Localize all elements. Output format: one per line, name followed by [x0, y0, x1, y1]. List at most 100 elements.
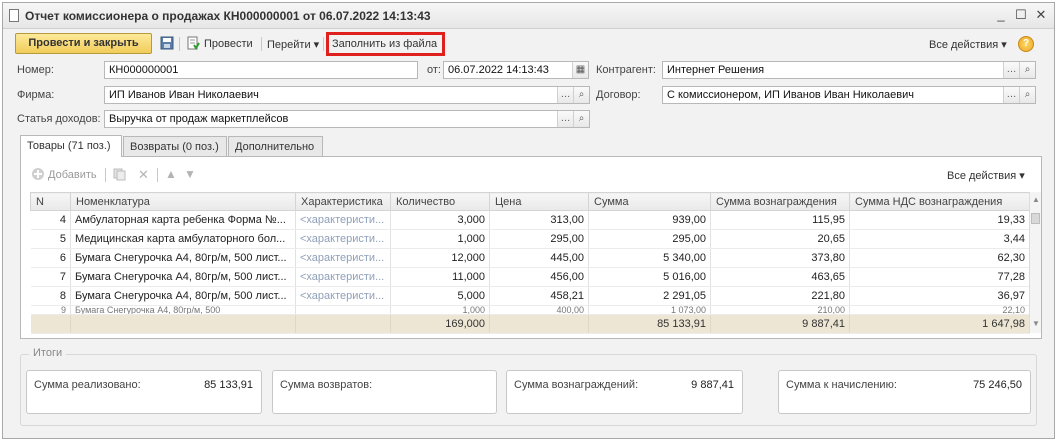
select-button[interactable]: … — [1003, 87, 1019, 103]
firm-input[interactable]: ИП Иванов Иван Николаевич … ⌕ — [104, 86, 590, 104]
cell-sum[interactable]: 939,00 — [588, 210, 711, 230]
cell-name[interactable]: Бумага Снегурочка А4, 80гр/м, 500 лист..… — [70, 286, 296, 306]
contract-input[interactable]: С комиссионером, ИП Иванов Иван Николаев… — [662, 86, 1036, 104]
total-sold-label: Сумма реализовано: — [34, 379, 141, 391]
cell-vat[interactable]: 62,30 — [849, 248, 1030, 268]
total-sold-value: 85 133,91 — [204, 379, 253, 391]
cell-sum[interactable]: 5 016,00 — [588, 267, 711, 287]
save-icon[interactable] — [160, 36, 174, 50]
cell-sum[interactable]: 2 291,05 — [588, 286, 711, 306]
cell-price[interactable]: 458,21 — [489, 286, 589, 306]
cell-qty[interactable]: 3,000 — [390, 210, 490, 230]
col-header-characteristic[interactable]: Характеристика — [295, 192, 391, 211]
tab-goods[interactable]: Товары (71 поз.) — [20, 135, 122, 157]
move-down-icon[interactable]: ▼ — [184, 167, 196, 181]
cell-n[interactable]: 6 — [30, 248, 71, 268]
document-icon — [9, 9, 19, 22]
cell-char[interactable]: <характеристи... — [295, 267, 391, 287]
select-button[interactable]: … — [1003, 62, 1019, 78]
cell-n[interactable]: 8 — [30, 286, 71, 306]
copy-icon[interactable] — [113, 168, 126, 181]
date-input[interactable]: 06.07.2022 14:13:43 ▦ — [443, 61, 589, 79]
cell-char[interactable]: <характеристи... — [295, 248, 391, 268]
maximize-button[interactable]: ☐ — [1013, 7, 1029, 23]
goto-menu-button[interactable]: Перейти ▾ — [267, 38, 319, 51]
cell-name[interactable]: Бумага Снегурочка А4, 80гр/м, 500 лист..… — [70, 267, 296, 287]
cell-vat[interactable]: 36,97 — [849, 286, 1030, 306]
cell-vat[interactable]: 19,33 — [849, 210, 1030, 230]
cell-reward[interactable]: 115,95 — [710, 210, 850, 230]
cell-reward[interactable]: 20,65 — [710, 229, 850, 249]
table-row[interactable]: 8 Бумага Снегурочка А4, 80гр/м, 500 лист.… — [30, 286, 1030, 306]
search-icon[interactable]: ⌕ — [1019, 87, 1035, 103]
search-icon[interactable]: ⌕ — [1019, 62, 1035, 78]
counterparty-input[interactable]: Интернет Решения … ⌕ — [662, 61, 1036, 79]
cell-qty[interactable]: 12,000 — [390, 248, 490, 268]
col-header-price[interactable]: Цена — [489, 192, 589, 211]
search-icon[interactable]: ⌕ — [573, 111, 589, 127]
move-up-icon[interactable]: ▲ — [165, 167, 177, 181]
table-row[interactable]: 7 Бумага Снегурочка А4, 80гр/м, 500 лист.… — [30, 267, 1030, 287]
scroll-up-icon[interactable]: ▲ — [1031, 195, 1041, 205]
income-input[interactable]: Выручка от продаж маркетплейсов … ⌕ — [104, 110, 590, 128]
total-cell-n — [30, 314, 71, 334]
calendar-icon[interactable]: ▦ — [572, 62, 588, 78]
number-input[interactable]: КН000000001 — [104, 61, 418, 79]
cell-price[interactable]: 295,00 — [489, 229, 589, 249]
cell-price[interactable]: 313,00 — [489, 210, 589, 230]
cell-price[interactable]: 456,00 — [489, 267, 589, 287]
income-value: Выручка от продаж маркетплейсов — [109, 113, 289, 125]
col-header-reward[interactable]: Сумма вознаграждения — [710, 192, 850, 211]
cell-sum[interactable]: 295,00 — [588, 229, 711, 249]
select-button[interactable]: … — [557, 111, 573, 127]
add-icon[interactable] — [31, 167, 45, 181]
col-header-vat-reward[interactable]: Сумма НДС вознаграждения — [849, 192, 1030, 211]
close-button[interactable]: ✕ — [1033, 7, 1049, 23]
cell-char[interactable]: <характеристи... — [295, 210, 391, 230]
tab-returns[interactable]: Возвраты (0 поз.) — [123, 136, 227, 157]
table-row[interactable]: 4 Амбулаторная карта ребенка Форма №... <х… — [30, 210, 1030, 230]
cell-char[interactable]: <характеристи... — [295, 229, 391, 249]
table-row[interactable]: 5 Медицинская карта амбулаторного бол... <… — [30, 229, 1030, 249]
all-actions-menu[interactable]: Все действия ▾ — [929, 38, 1007, 51]
cell-name[interactable]: Медицинская карта амбулаторного бол... — [70, 229, 296, 249]
cell-price[interactable]: 445,00 — [489, 248, 589, 268]
tab-additional[interactable]: Дополнительно — [228, 136, 323, 157]
cell-reward[interactable]: 221,80 — [710, 286, 850, 306]
cell-vat[interactable]: 3,44 — [849, 229, 1030, 249]
post-button[interactable]: Провести — [204, 38, 253, 50]
cell-n[interactable]: 4 — [30, 210, 71, 230]
cell-vat[interactable]: 77,28 — [849, 267, 1030, 287]
col-header-quantity[interactable]: Количество — [390, 192, 490, 211]
col-header-sum[interactable]: Сумма — [588, 192, 711, 211]
cell-char[interactable]: <характеристи... — [295, 286, 391, 306]
post-and-close-button[interactable]: Провести и закрыть — [15, 33, 152, 54]
minimize-button[interactable]: _ — [993, 7, 1009, 23]
cell-name[interactable]: Амбулаторная карта ребенка Форма №... — [70, 210, 296, 230]
cell-reward[interactable]: 463,65 — [710, 267, 850, 287]
search-icon[interactable]: ⌕ — [573, 87, 589, 103]
cell-char — [295, 305, 391, 315]
toolbar-separator — [157, 168, 158, 182]
cell-sum[interactable]: 5 340,00 — [588, 248, 711, 268]
help-icon[interactable]: ? — [1018, 36, 1034, 52]
cell-reward[interactable]: 373,80 — [710, 248, 850, 268]
cell-qty[interactable]: 5,000 — [390, 286, 490, 306]
cell-name[interactable]: Бумага Снегурочка А4, 80гр/м, 500 лист..… — [70, 248, 296, 268]
cell-qty[interactable]: 11,000 — [390, 267, 490, 287]
table-row-partial[interactable]: 9 Бумага Снегурочка А4, 80гр/м, 500 1,000 4… — [30, 305, 1030, 315]
delete-icon[interactable]: ✕ — [138, 167, 149, 183]
cell-n[interactable]: 7 — [30, 267, 71, 287]
cell-n[interactable]: 5 — [30, 229, 71, 249]
col-header-nomenclature[interactable]: Номенклатура — [70, 192, 296, 211]
add-row-button[interactable]: Добавить — [48, 169, 97, 181]
col-header-n[interactable]: N — [30, 192, 71, 211]
select-button[interactable]: … — [557, 87, 573, 103]
number-label: Номер: — [17, 64, 54, 76]
table-scrollbar[interactable]: ▲ ▼ — [1029, 192, 1041, 333]
grid-all-actions-menu[interactable]: Все действия ▾ — [947, 169, 1025, 182]
table-row[interactable]: 6 Бумага Снегурочка А4, 80гр/м, 500 лист.… — [30, 248, 1030, 268]
scroll-down-icon[interactable]: ▼ — [1031, 319, 1041, 329]
scroll-thumb[interactable] — [1031, 213, 1040, 224]
cell-qty[interactable]: 1,000 — [390, 229, 490, 249]
